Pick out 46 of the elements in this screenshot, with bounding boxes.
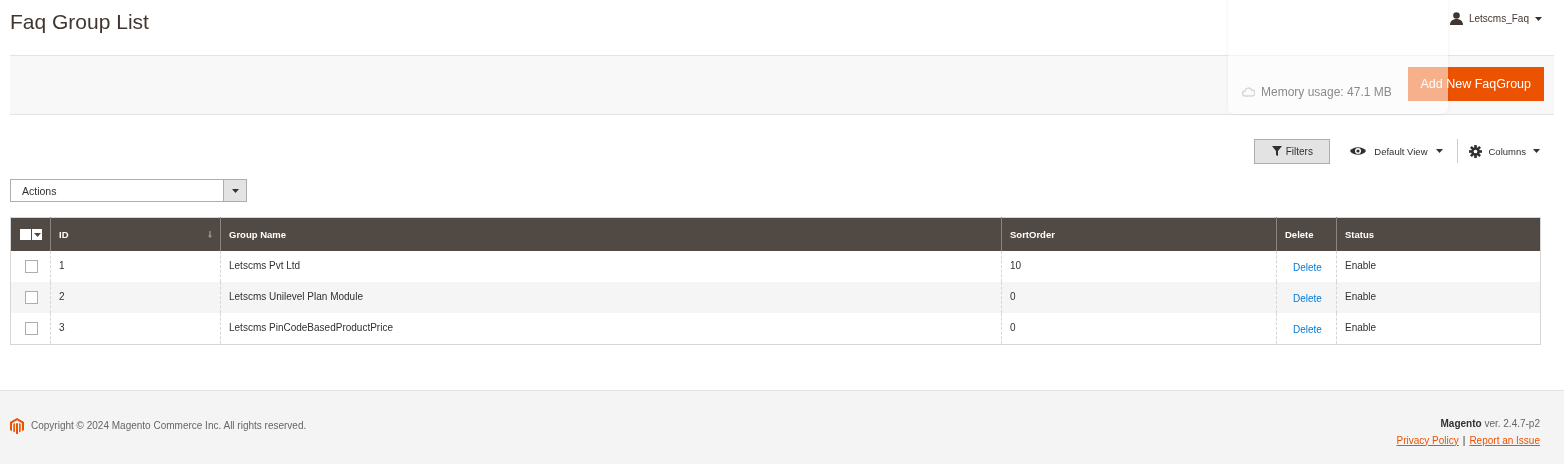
row-checkbox[interactable]: [25, 260, 38, 273]
caret-icon: [231, 188, 239, 193]
table-cell: 3: [59, 322, 65, 333]
table-cell: Letscms Unilevel Plan Module: [229, 291, 363, 302]
eye-icon: [1350, 146, 1367, 156]
page-title: Faq Group List: [10, 9, 149, 34]
caret-icon: [1533, 149, 1540, 153]
filters-button[interactable]: Filters: [1254, 138, 1331, 164]
delete-link[interactable]: Delete: [1293, 324, 1322, 335]
view-dropdown[interactable]: Default View: [1350, 138, 1457, 164]
magento-logo-icon: [10, 417, 24, 434]
actions-select[interactable]: Actions: [10, 179, 247, 202]
delete-link[interactable]: Delete: [1293, 293, 1322, 304]
table-cell: Enable: [1345, 260, 1377, 271]
link-separator: |: [1462, 434, 1466, 446]
user-icon: [1449, 12, 1463, 25]
table-cell: Enable: [1345, 291, 1377, 302]
column-header[interactable]: Status: [1336, 217, 1541, 251]
settings-icon: [1468, 144, 1482, 158]
column-header[interactable]: Group Name: [220, 217, 1002, 251]
table-cell: 2: [59, 291, 65, 302]
row-checkbox[interactable]: [25, 291, 38, 304]
table-cell: 10: [1010, 260, 1022, 271]
column-header[interactable]: Delete: [1276, 217, 1337, 251]
memory-usage-text: Memory usage: 47.1 MB: [1261, 85, 1392, 99]
column-header[interactable]: ID: [50, 217, 221, 251]
table-cell: Letscms PinCodeBasedProductPrice: [229, 322, 393, 333]
delete-link[interactable]: Delete: [1293, 262, 1322, 273]
mass-select-checkbox[interactable]: [20, 228, 42, 241]
columns-dropdown[interactable]: Columns: [1468, 144, 1540, 158]
column-header[interactable]: SortOrder: [1001, 217, 1277, 251]
caret-icon: [1535, 16, 1542, 21]
row-checkbox[interactable]: [25, 322, 38, 335]
cloud-icon: [1242, 87, 1255, 97]
table-cell: 0: [1010, 322, 1016, 333]
caret-icon: [1435, 149, 1443, 153]
caret-icon: [33, 232, 41, 237]
table-cell: 1: [59, 260, 65, 271]
add-new-button[interactable]: Add New FaqGroup: [1407, 67, 1544, 101]
version-text: Magento ver. 2.4.7-p2: [1440, 417, 1540, 429]
table-cell: 0: [1010, 291, 1016, 302]
copyright-text: Copyright © 2024 Magento Commerce Inc. All rights reserved.: [31, 420, 307, 431]
table-cell: Enable: [1345, 322, 1377, 333]
user-menu[interactable]: Letscms_Faq: [1449, 12, 1542, 25]
table-cell: Letscms Pvt Ltd: [229, 260, 301, 271]
filter-icon: [1271, 146, 1282, 156]
